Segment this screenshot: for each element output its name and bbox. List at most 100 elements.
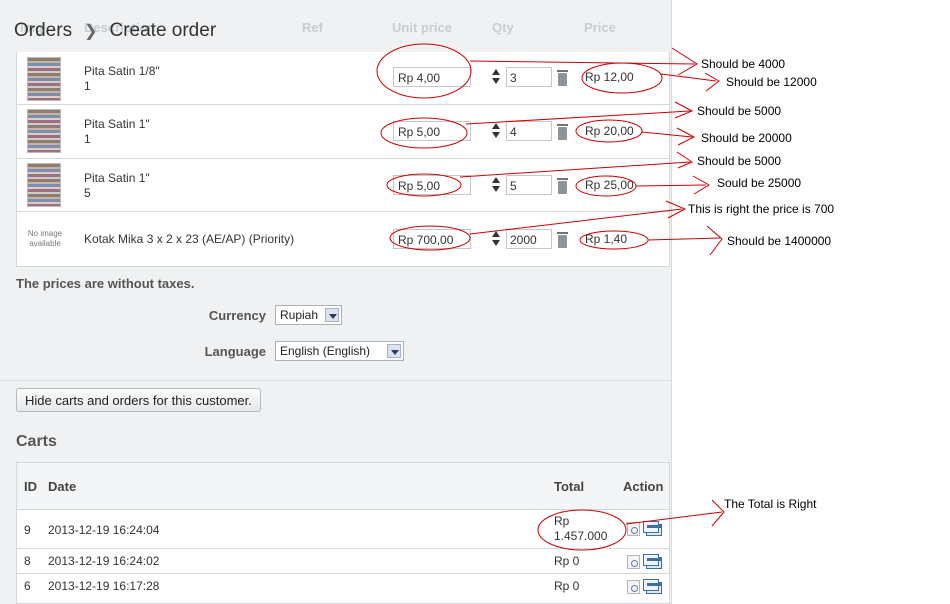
cart-total-currency: Rp — [554, 514, 570, 528]
arrow-head-icon — [711, 499, 725, 527]
qty-input[interactable]: 4 — [506, 121, 552, 141]
cart-total: Rp 0 — [554, 554, 580, 568]
chevron-right-icon: ❯ — [84, 23, 98, 40]
product-name: Pita Satin 1/8" 1 — [84, 64, 160, 94]
use-cart-icon[interactable] — [643, 579, 662, 594]
qty-stepper-icon[interactable] — [491, 68, 501, 86]
currency-select[interactable]: Rupiah — [275, 305, 342, 325]
qty-stepper-icon[interactable] — [491, 122, 501, 140]
hide-carts-button[interactable]: Hide carts and orders for this customer. — [16, 388, 261, 412]
line-price: Rp 1,40 — [585, 232, 628, 246]
carts-table: ID Date Total Action 9 2013-12-19 16:24:… — [16, 462, 670, 604]
product-name: Pita Satin 1" 1 — [84, 117, 150, 147]
annotation-note: This is right the price is 700 — [688, 202, 835, 216]
language-select[interactable]: English (English) — [275, 341, 404, 361]
breadcrumb: Orders ❯ Create order — [14, 20, 216, 42]
product-name-text: Pita Satin 1" — [84, 171, 150, 185]
product-attribute: 1 — [84, 132, 91, 146]
breadcrumb-orders-link[interactable]: Orders — [14, 20, 72, 42]
annotation-note: The Total is Right — [724, 497, 817, 511]
ghost-col-price: Price — [584, 20, 616, 35]
language-label: Language — [204, 344, 266, 359]
line-price: Rp 20,00 — [585, 124, 634, 138]
cart-date: 2013-12-19 16:24:02 — [48, 554, 160, 568]
qty-stepper-icon[interactable] — [491, 176, 501, 194]
annotation-note: Should be 5000 — [697, 104, 782, 118]
annotation-note: Should be 20000 — [701, 131, 792, 145]
view-cart-icon[interactable] — [627, 580, 640, 594]
unit-price-input[interactable]: Rp 5,00 — [393, 175, 471, 195]
use-cart-icon[interactable] — [643, 554, 662, 569]
annotation-note: Should be 5000 — [697, 154, 782, 168]
currency-label: Currency — [208, 308, 266, 323]
language-value: English (English) — [280, 344, 371, 358]
product-attribute: 5 — [84, 186, 91, 200]
cart-row[interactable]: 6 2013-12-19 16:17:28 Rp 0 — [17, 574, 669, 603]
arrow-head-icon — [706, 225, 723, 256]
arrow-head-icon — [704, 72, 720, 92]
cart-date: 2013-12-19 16:24:04 — [48, 523, 160, 537]
carts-table-header: ID Date Total Action — [17, 463, 669, 510]
col-id: ID — [24, 479, 37, 494]
view-cart-icon[interactable] — [627, 555, 640, 569]
currency-value: Rupiah — [280, 308, 319, 322]
unit-price-input[interactable]: Rp 4,00 — [393, 67, 471, 87]
annotation-note: Should be 1400000 — [727, 234, 832, 248]
product-name: Pita Satin 1" 5 — [84, 171, 150, 201]
qty-stepper-icon[interactable] — [491, 230, 501, 248]
cart-id: 6 — [24, 579, 31, 593]
product-thumbnail — [27, 57, 61, 101]
cart-row[interactable]: 8 2013-12-19 16:24:02 Rp 0 — [17, 549, 669, 574]
col-total: Total — [554, 479, 585, 494]
cart-total: Rp 0 — [554, 579, 580, 593]
product-thumbnail — [27, 109, 61, 153]
arrow-head-icon — [674, 101, 694, 119]
product-name: Kotak Mika 3 x 2 x 23 (AE/AP) (Priority) — [84, 232, 295, 246]
annotation-note: Should be 4000 — [701, 57, 786, 71]
cart-products-table: Pita Satin 1/8" 1 Rp 4,00 3 Rp 12,00 Pit… — [16, 52, 670, 267]
arrow-head-icon — [671, 47, 698, 76]
ghost-col-qty: Qty — [492, 20, 514, 35]
arrow-head-icon — [692, 175, 710, 195]
annotation-note: Should be 12000 — [726, 75, 817, 89]
qty-input[interactable]: 5 — [506, 175, 552, 195]
product-row: Pita Satin 1/8" 1 Rp 4,00 3 Rp 12,00 — [17, 52, 669, 105]
delete-icon[interactable] — [557, 70, 568, 86]
product-row: Pita Satin 1" 1 Rp 5,00 4 Rp 20,00 — [17, 105, 669, 159]
arrow-head-icon — [676, 127, 696, 146]
qty-input[interactable]: 3 — [506, 67, 552, 87]
carts-section-title: Carts — [16, 433, 57, 450]
delete-icon[interactable] — [557, 178, 568, 194]
annotation-note: Sould be 25000 — [717, 176, 802, 190]
cart-total-amount: 1.457.000 — [554, 529, 608, 543]
product-attribute: 1 — [84, 79, 91, 93]
cart-row[interactable]: 9 2013-12-19 16:24:04 Rp 1.457.000 — [17, 510, 669, 549]
chevron-down-icon — [387, 344, 401, 358]
cart-id: 8 — [24, 554, 31, 568]
page-title: Create order — [109, 20, 217, 41]
use-cart-icon[interactable] — [643, 521, 662, 536]
cart-id: 9 — [24, 523, 31, 537]
arrow-head-icon — [676, 151, 694, 169]
product-name-text: Pita Satin 1" — [84, 117, 150, 131]
product-row: Pita Satin 1" 5 Rp 5,00 5 Rp 25,00 — [17, 159, 669, 212]
qty-input[interactable]: 2000 — [506, 229, 552, 249]
unit-price-input[interactable]: Rp 700,00 — [393, 229, 471, 249]
ghost-col-unit-price: Unit price — [392, 20, 452, 35]
prestashop-admin-panel: Img Description Ref Unit price Qty Price… — [0, 0, 672, 604]
chevron-down-icon — [325, 308, 339, 322]
unit-price-input[interactable]: Rp 5,00 — [393, 121, 471, 141]
cart-date: 2013-12-19 16:17:28 — [48, 579, 160, 593]
line-price: Rp 12,00 — [585, 70, 634, 84]
col-date: Date — [48, 479, 77, 494]
delete-icon[interactable] — [557, 232, 568, 248]
product-thumbnail — [27, 163, 61, 207]
no-image-placeholder: No image available — [27, 229, 63, 248]
delete-icon[interactable] — [557, 124, 568, 140]
product-name-text: Pita Satin 1/8" — [84, 64, 160, 78]
taxes-note: The prices are without taxes. — [16, 276, 195, 291]
view-cart-icon[interactable] — [627, 522, 640, 536]
ghost-col-ref: Ref — [302, 20, 323, 35]
col-action: Action — [623, 479, 664, 494]
line-price: Rp 25,00 — [585, 178, 634, 192]
